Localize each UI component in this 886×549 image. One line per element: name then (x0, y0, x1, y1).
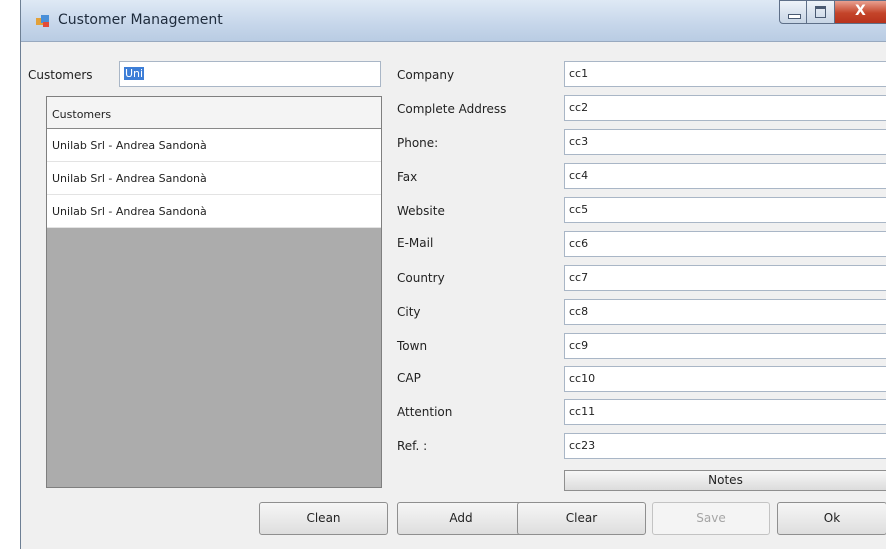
phone-field[interactable]: cc3 (564, 129, 886, 155)
close-button[interactable]: X (835, 0, 886, 24)
complete-address-label: Complete Address (397, 102, 507, 116)
close-icon: X (855, 3, 866, 19)
company-field[interactable]: cc1 (564, 61, 886, 87)
list-item[interactable]: Unilab Srl - Andrea Sandonà (47, 195, 381, 228)
attention-field[interactable]: cc11 (564, 399, 886, 425)
city-label: City (397, 305, 421, 319)
company-label: Company (397, 68, 455, 82)
email-label: E-Mail (397, 236, 434, 250)
clear-button[interactable]: Clear (517, 502, 646, 535)
ok-button[interactable]: Ok (777, 502, 886, 535)
country-field[interactable]: cc7 (564, 265, 886, 291)
customers-search-label: Customers (28, 68, 93, 82)
fax-label: Fax (397, 170, 418, 184)
app-window-icon (36, 15, 49, 27)
attention-label: Attention (397, 405, 453, 419)
list-item[interactable]: Unilab Srl - Andrea Sandonà (47, 162, 381, 195)
customers-list-header[interactable]: Customers (47, 97, 381, 129)
customers-search-input[interactable]: Uni (119, 61, 381, 87)
window-title: Customer Management (58, 12, 223, 28)
search-input-selected-text: Uni (124, 67, 145, 80)
town-label: Town (397, 339, 428, 353)
phone-label: Phone: (397, 136, 439, 150)
email-field[interactable]: cc6 (564, 231, 886, 257)
list-item[interactable]: Unilab Srl - Andrea Sandonà (47, 129, 381, 162)
title-bar: Customer Management X (21, 0, 886, 42)
add-button[interactable]: Add (397, 502, 525, 535)
customer-management-window: Customer Management X Customers Uni Cust… (20, 0, 886, 549)
clean-button[interactable]: Clean (259, 502, 388, 535)
notes-button[interactable]: Notes (564, 470, 886, 491)
cap-field[interactable]: cc10 (564, 366, 886, 392)
minimize-icon (788, 14, 801, 19)
complete-address-field[interactable]: cc2 (564, 95, 886, 121)
town-field[interactable]: cc9 (564, 333, 886, 359)
ref-label: Ref. : (397, 439, 428, 453)
fax-field[interactable]: cc4 (564, 163, 886, 189)
maximize-icon (815, 6, 826, 18)
website-field[interactable]: cc5 (564, 197, 886, 223)
save-button[interactable]: Save (652, 502, 770, 535)
website-label: Website (397, 204, 445, 218)
customers-listbox[interactable]: Customers Unilab Srl - Andrea Sandonà Un… (46, 96, 382, 488)
country-label: Country (397, 271, 445, 285)
minimize-button[interactable] (779, 0, 807, 24)
ref-field[interactable]: cc23 (564, 433, 886, 459)
cap-label: CAP (397, 371, 421, 385)
city-field[interactable]: cc8 (564, 299, 886, 325)
maximize-button[interactable] (807, 0, 835, 24)
